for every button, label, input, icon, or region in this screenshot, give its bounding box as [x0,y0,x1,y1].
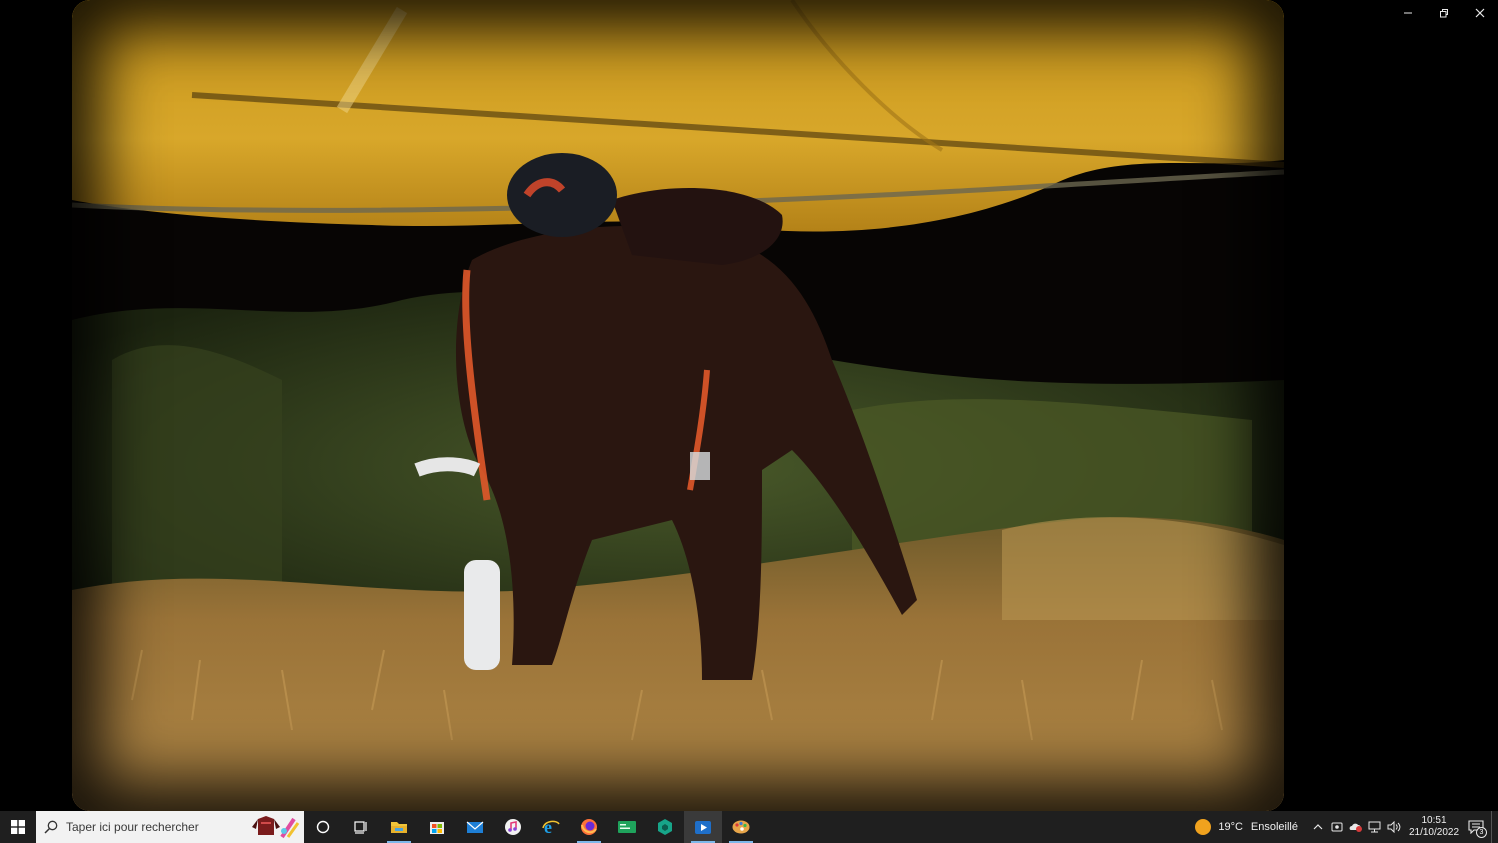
search-placeholder: Taper ici pour rechercher [66,820,199,834]
itunes-button[interactable] [494,811,532,843]
volume-icon [1387,821,1400,833]
start-button[interactable] [0,811,36,843]
meet-now-icon [1331,822,1342,832]
itunes-icon [505,819,521,835]
file-explorer-icon [391,822,407,833]
meet-now-button[interactable] [1327,811,1346,843]
terminal-app-icon [618,821,636,833]
media-player-button[interactable] [684,811,722,843]
onedrive-icon [1349,823,1362,832]
search-icon [44,820,58,834]
green-cube-app-button[interactable] [646,811,684,843]
microsoft-store-button[interactable] [418,811,456,843]
network-button[interactable] [1365,811,1384,843]
sun-icon [1195,819,1212,835]
rider-helmet [507,153,617,237]
microsoft-store-icon [430,822,444,834]
chevron-up-icon [1313,824,1322,830]
search-highlight-art-icon [252,816,300,839]
task-view-icon [354,821,367,834]
weather-widget[interactable]: 19°C Ensoleillé [1195,811,1308,843]
notification-center-button[interactable]: 3 [1461,811,1491,843]
film-frame [72,0,1284,811]
media-player-icon [695,821,711,834]
system-tray: 10:51 21/10/2022 3 [1308,811,1498,843]
restore-icon [1440,9,1448,18]
show-desktop-button[interactable] [1491,811,1498,843]
notification-count-badge: 3 [1476,827,1487,838]
firefox-button[interactable] [570,811,608,843]
leg-bandage [464,560,500,670]
network-icon [1368,821,1380,833]
window-controls [1390,0,1498,26]
terminal-app-button[interactable] [608,811,646,843]
taskbar-search-box[interactable]: Taper ici pour rechercher [36,811,304,843]
close-icon [1475,8,1485,18]
taskbar-clock[interactable]: 10:51 21/10/2022 [1407,811,1461,843]
restore-button[interactable] [1426,0,1462,26]
film-photo [72,0,1284,811]
minimize-icon [1404,12,1412,14]
mail-icon [466,821,484,833]
cortana-button[interactable] [304,811,342,843]
mail-button[interactable] [456,811,494,843]
green-cube-app-icon [658,819,672,835]
cortana-icon [316,820,330,834]
show-hidden-icons-button[interactable] [1308,811,1327,843]
file-explorer-button[interactable] [380,811,418,843]
paint-app-button[interactable] [722,811,760,843]
clock-time: 10:51 [1421,815,1447,826]
volume-button[interactable] [1384,811,1403,843]
task-view-button[interactable] [342,811,380,843]
windows-start-icon [11,820,25,834]
clock-date: 21/10/2022 [1408,827,1460,838]
weather-temperature: 19°C [1218,821,1243,833]
onedrive-button[interactable] [1346,811,1365,843]
firefox-icon [581,819,597,835]
minimize-button[interactable] [1390,0,1426,26]
photo-viewer [0,0,1498,811]
paint-app-icon [732,820,750,834]
weather-condition: Ensoleillé [1250,821,1298,833]
internet-explorer-icon: e [542,818,560,836]
close-button[interactable] [1462,0,1498,26]
taskbar: Taper ici pour rechercher e 19°C Ensolei… [0,811,1498,843]
svg-text:e: e [544,818,552,836]
internet-explorer-button[interactable]: e [532,811,570,843]
